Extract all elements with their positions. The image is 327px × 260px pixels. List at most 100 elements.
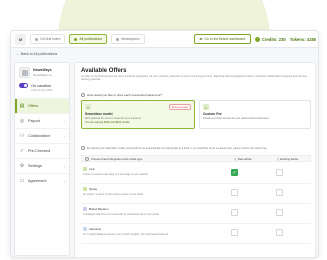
vacation-date: Until 10 Apr 2024 bbox=[31, 88, 53, 92]
quote-icon bbox=[83, 187, 87, 191]
card-description: We'll optimize the price to maximize you… bbox=[85, 117, 142, 120]
checkbox-existing-article[interactable] bbox=[276, 169, 283, 176]
coin-icon bbox=[255, 36, 261, 42]
table-row: Quote An expert / a quote on the content… bbox=[81, 184, 311, 204]
vacation-toggle[interactable] bbox=[19, 83, 28, 88]
checkbox-existing-article[interactable] bbox=[276, 189, 283, 196]
avatar[interactable]: M bbox=[15, 33, 26, 45]
question-icon bbox=[85, 156, 89, 161]
sidebar-item-label: Pre-Checked bbox=[28, 149, 51, 153]
pricing-card-custom-fee[interactable]: ⌂ Custom Fee Provide a custom amount for… bbox=[199, 100, 311, 129]
brand-dashboard-label: Go to the Brand dashboard bbox=[204, 37, 246, 41]
checkbox-new-article[interactable]: ✓ bbox=[231, 169, 238, 176]
card-title: Searchbox model bbox=[85, 112, 113, 116]
checkbox-new-article[interactable] bbox=[231, 229, 238, 236]
pricing-notice-text: By selecting the Searchbox model, pricin… bbox=[87, 146, 268, 150]
checkbox-existing-article[interactable] bbox=[276, 209, 283, 216]
info-icon bbox=[81, 146, 85, 150]
swap-icon: ⇄ bbox=[199, 37, 203, 41]
row-name: Brand Mention bbox=[89, 207, 109, 211]
question-icon bbox=[81, 93, 85, 97]
row-name: Link bbox=[89, 167, 95, 171]
payout-icon: ◎ bbox=[19, 118, 25, 124]
sidebar-item-label: Payout bbox=[28, 119, 40, 123]
sidebar-item-collaboration[interactable]: ⚇ Collaboration › bbox=[15, 128, 69, 143]
sidebar-item-pre-checked[interactable]: ✓ Pre-Checked bbox=[15, 143, 69, 158]
vacation-toggle-row: On vacation bbox=[15, 80, 69, 88]
card-description: Provide a custom amount for your desired… bbox=[203, 117, 269, 120]
brand-dashboard-button[interactable]: ⇄ Go to the Brand dashboard bbox=[193, 34, 252, 44]
tag-icon: ⌂ bbox=[203, 104, 209, 110]
header-existing-article-label: Existing article bbox=[280, 156, 299, 161]
table-row: Brand Mention A strategic reference of a… bbox=[81, 204, 311, 224]
interview-icon bbox=[83, 227, 87, 231]
tab-dot-icon bbox=[35, 37, 38, 41]
checkbox-new-article[interactable] bbox=[231, 209, 238, 216]
pricing-question-text: How would you like to price each success… bbox=[87, 93, 162, 97]
header-type: Choose brand integration and media type bbox=[82, 156, 221, 161]
sidebar-item-label: Agreement bbox=[28, 179, 47, 183]
pre-checked-icon: ✓ bbox=[19, 148, 25, 154]
card-title: Custom Fee bbox=[203, 112, 222, 116]
brand-block: NewsWays NewsWays.co bbox=[15, 63, 69, 80]
pricing-card-searchbox[interactable]: ⌕ Recommended Searchbox model We'll opti… bbox=[81, 100, 195, 129]
header-new-article-label: New article bbox=[237, 156, 252, 161]
sidebar-item-label: Settings bbox=[28, 164, 42, 168]
row-name: Quote bbox=[89, 187, 98, 191]
integration-table-header: Choose brand integration and media type … bbox=[81, 155, 311, 162]
link-icon bbox=[83, 167, 87, 171]
tab-goviral-index[interactable]: GoViral Index bbox=[30, 34, 66, 44]
recommended-badge: Recommended bbox=[168, 104, 191, 110]
brand-logo-icon bbox=[19, 67, 30, 78]
offers-icon: ▤ bbox=[19, 103, 25, 109]
main-panel: Available Offers An offer on GoViral let… bbox=[74, 62, 316, 257]
brand-mention-icon bbox=[83, 207, 87, 211]
breadcrumb[interactable]: ← Back to All publications bbox=[16, 52, 57, 56]
card-price: You are earning $300 and $400 credits bbox=[85, 121, 130, 125]
vacation-label: On vacation bbox=[31, 83, 52, 88]
page-title: Available Offers bbox=[81, 68, 127, 74]
agreement-icon: ▭ bbox=[19, 178, 25, 184]
sidebar-item-offers[interactable]: ▤ Offers bbox=[15, 98, 69, 113]
row-name: Interview bbox=[89, 227, 102, 231]
chevron-right-icon: › bbox=[63, 178, 65, 184]
tab-label: Marketplace bbox=[121, 37, 140, 41]
sidebar-item-label: Collaboration bbox=[28, 134, 51, 138]
search-icon: ⌕ bbox=[85, 104, 91, 110]
sidebar-item-agreement[interactable]: ▭ Agreement › bbox=[15, 173, 69, 188]
sidebar-item-payout[interactable]: ◎ Payout › bbox=[15, 113, 69, 128]
checkbox-new-article[interactable] bbox=[231, 189, 238, 196]
sidebar-item-settings[interactable]: ⚙ Settings › bbox=[15, 158, 69, 173]
sidebar-item-label: Offers bbox=[28, 104, 39, 108]
header-new-article: ▯ New article bbox=[221, 157, 266, 161]
pricing-question: How would you like to price each success… bbox=[81, 93, 162, 97]
credits-label: Credits: 230 bbox=[261, 36, 286, 42]
document-icon: ▯ bbox=[234, 156, 237, 161]
chevron-right-icon: › bbox=[63, 118, 65, 124]
header-type-label: Choose brand integration and media type bbox=[91, 156, 143, 161]
checkbox-existing-article[interactable] bbox=[276, 229, 283, 236]
top-bar: M GoViral Index All publications Marketp… bbox=[11, 31, 318, 48]
tab-dot-icon bbox=[74, 37, 78, 41]
sidebar-menu: ▤ Offers ◎ Payout › ⚇ Collaboration › ✓ … bbox=[15, 98, 69, 188]
tab-label: All publications bbox=[79, 37, 103, 41]
sidebar: NewsWays NewsWays.co On vacation Until 1… bbox=[14, 62, 70, 256]
collaboration-icon: ⚇ bbox=[19, 133, 25, 139]
tokens-indicator: Tokens: 4185 bbox=[289, 36, 316, 42]
tab-dot-icon bbox=[116, 37, 120, 41]
table-row: Interview An in-depth dialogue between y… bbox=[81, 224, 311, 244]
document-icon: ▯ bbox=[277, 156, 279, 161]
settings-icon: ⚙ bbox=[19, 163, 25, 169]
page-description: An offer on GoViral lets give the team a… bbox=[81, 75, 308, 82]
brand-domain: NewsWays.co bbox=[33, 73, 52, 77]
tab-all-publications[interactable]: All publications bbox=[69, 34, 108, 44]
tab-label: GoViral Index bbox=[40, 37, 61, 41]
tab-marketplace[interactable]: Marketplace bbox=[111, 34, 145, 44]
app-window: M GoViral Index All publications Marketp… bbox=[10, 30, 319, 258]
pricing-notice: By selecting the Searchbox model, pricin… bbox=[81, 145, 311, 151]
table-row: Link A link to a relevant site page in a… bbox=[81, 164, 311, 184]
chevron-right-icon: › bbox=[63, 133, 65, 139]
credits-indicator: Credits: 230 bbox=[255, 36, 286, 42]
header-existing-article: ▯ Existing article bbox=[265, 157, 310, 161]
chevron-right-icon: › bbox=[63, 163, 65, 169]
